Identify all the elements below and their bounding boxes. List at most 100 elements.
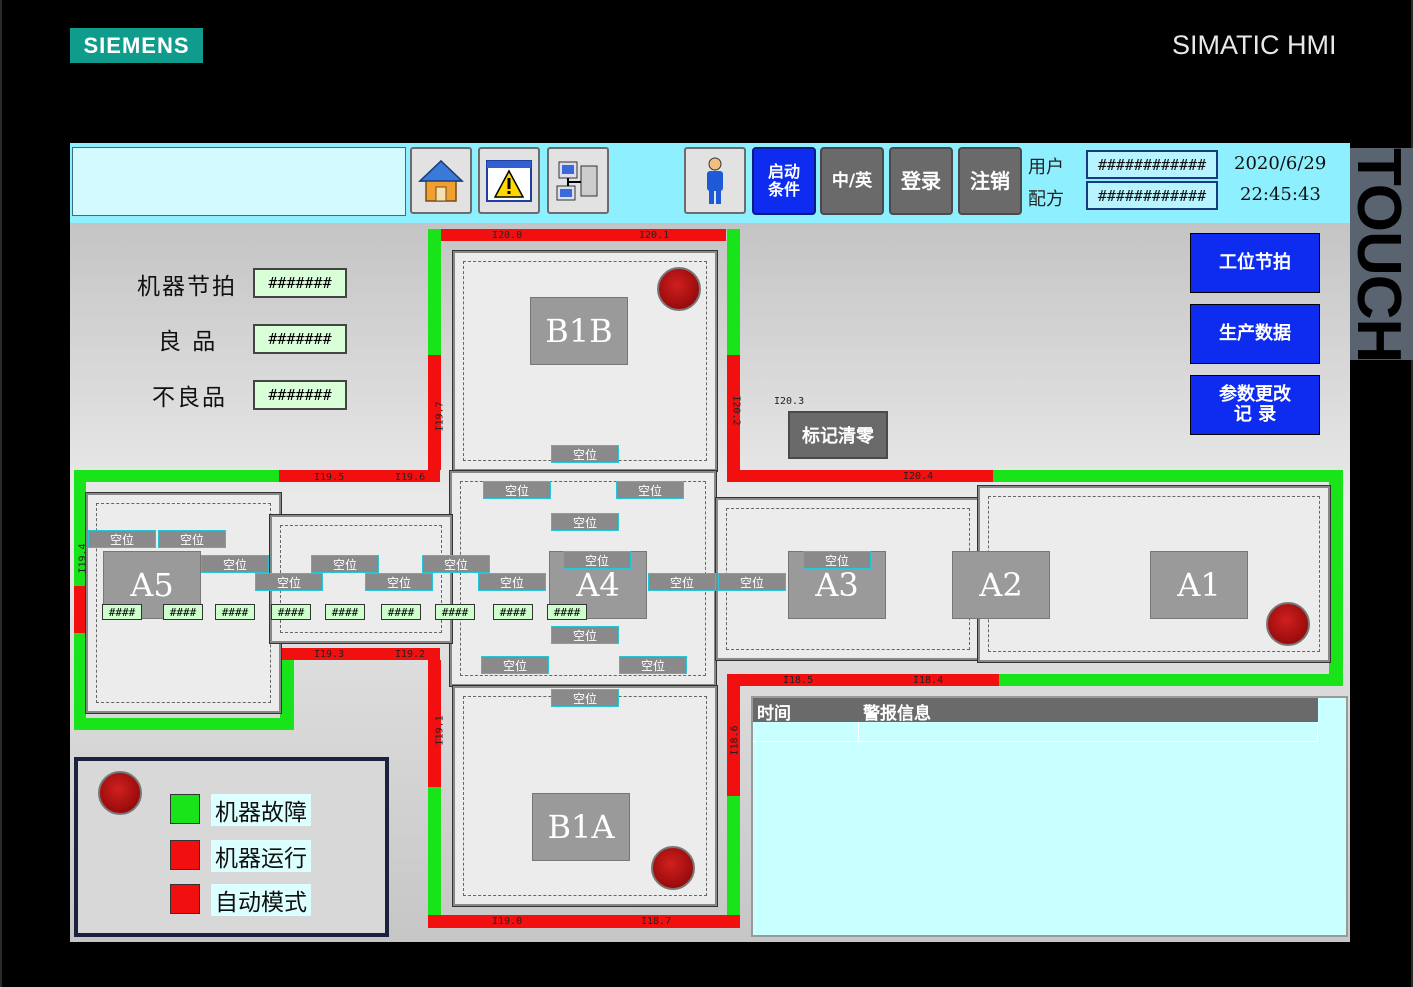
- sensor-bar-bottom: [428, 915, 740, 928]
- clear-marks-button[interactable]: 标记清零: [788, 411, 888, 459]
- good-label: 良 品: [158, 329, 218, 355]
- addr-i20-1: I20.1: [639, 230, 670, 241]
- sensor-bar-b1b-right-upper: [727, 229, 740, 355]
- date-display: 2020/6/29: [1234, 153, 1327, 174]
- counter-8: ####: [493, 604, 533, 620]
- legend-auto-label: 自动模式: [211, 884, 311, 916]
- emergency-stop-b1b[interactable]: [657, 267, 701, 311]
- login-button[interactable]: 登录: [889, 147, 953, 215]
- addr-i20-2: I20.2: [730, 395, 742, 426]
- sensor-bar-b1b-left-upper: [428, 229, 441, 355]
- slot-conv-1: 空位: [201, 555, 269, 573]
- counter-2: ####: [163, 604, 203, 620]
- alarm-list: 时间 警报信息: [751, 696, 1348, 937]
- time-display: 22:45:43: [1240, 184, 1321, 205]
- logout-button[interactable]: 注销: [958, 147, 1022, 215]
- slot-conv-5: 空位: [422, 555, 490, 573]
- sensor-bar-b1a-left-lower: [428, 787, 441, 915]
- sensor-bar-a3-top: [727, 470, 993, 482]
- hmi-screen: 启动 条件 中/英 登录 注销 用户 配方 ############ #####…: [70, 143, 1350, 942]
- alarm-row[interactable]: [753, 722, 1318, 742]
- counter-4: ####: [271, 604, 311, 620]
- slot-center-bottom: 空位: [551, 626, 619, 644]
- start-condition-button[interactable]: 启动 条件: [752, 147, 816, 215]
- addr-i19-5: I19.5: [314, 472, 345, 483]
- top-bar: 启动 条件 中/英 登录 注销 用户 配方 ############ #####…: [70, 143, 1350, 223]
- legend-swatch-running: [170, 840, 200, 870]
- slot-center-bl: 空位: [481, 656, 549, 674]
- alarm-col-time: 时间: [757, 704, 791, 724]
- addr-i20-4: I20.4: [903, 471, 934, 482]
- slot-center-tr: 空位: [616, 481, 684, 499]
- sensor-bar-b1a-right-lower: [727, 796, 740, 915]
- hmi-bezel: SIEMENS SIMATIC HMI TOUCH 启动 条件 中/英 登录 注…: [0, 0, 1413, 987]
- addr-i18-7: I18.7: [641, 916, 672, 927]
- slot-a4-left: 空位: [478, 573, 546, 591]
- sensor-bar-a1-bottom: [999, 674, 1343, 686]
- cycle-label: 机器节拍: [137, 274, 237, 300]
- addr-i19-0: I19.0: [492, 916, 523, 927]
- operator-button[interactable]: [684, 147, 746, 214]
- slot-a5-2: 空位: [158, 530, 226, 548]
- emergency-stop-a1[interactable]: [1266, 602, 1310, 646]
- alarm-col-message: 警报信息: [863, 704, 931, 724]
- siemens-logo: SIEMENS: [70, 28, 203, 63]
- legend-estop-icon: [98, 771, 142, 815]
- sensor-bar-a3-bottom: [727, 674, 999, 686]
- user-label: 用户: [1028, 157, 1064, 178]
- good-value: #######: [253, 324, 347, 354]
- addr-i19-1: I19.1: [434, 715, 446, 746]
- slot-a4-right-2: 空位: [718, 573, 786, 591]
- addr-i19-6: I19.6: [395, 472, 426, 483]
- counter-9: ####: [547, 604, 587, 620]
- counter-5: ####: [325, 604, 365, 620]
- slot-a5-1: 空位: [88, 530, 156, 548]
- param-log-button[interactable]: 参数更改 记 录: [1190, 375, 1320, 435]
- legend-swatch-fault: [170, 794, 200, 824]
- legend-fault-label: 机器故障: [211, 794, 311, 826]
- slot-a4-right-1: 空位: [648, 573, 716, 591]
- addr-i19-3: I19.3: [314, 649, 345, 660]
- sensor-bar-a5-bottom: [74, 718, 294, 730]
- sensor-bar-a1-top: [993, 470, 1343, 482]
- station-a1[interactable]: A1: [1150, 551, 1248, 619]
- slot-center-top: 空位: [551, 513, 619, 531]
- slot-b1b-exit: 空位: [551, 445, 619, 463]
- addr-i19-2: I19.2: [395, 649, 426, 660]
- slot-b1a-entry: 空位: [551, 689, 619, 707]
- sensor-bar-a5-left-red: [74, 586, 86, 633]
- bad-value: #######: [253, 380, 347, 410]
- production-data-button[interactable]: 生产数据: [1190, 304, 1320, 364]
- cycle-value: #######: [253, 268, 347, 298]
- station-cycle-button[interactable]: 工位节拍: [1190, 233, 1320, 293]
- counter-1: ####: [102, 604, 142, 620]
- network-button[interactable]: [547, 147, 609, 214]
- legend-running-label: 机器运行: [211, 840, 311, 872]
- addr-i18-6: I18.6: [729, 725, 741, 756]
- station-a2[interactable]: A2: [952, 551, 1050, 619]
- station-b1a[interactable]: B1A: [532, 793, 630, 861]
- recipe-label: 配方: [1028, 189, 1064, 210]
- sensor-bar-top: [428, 229, 726, 241]
- home-button[interactable]: [410, 147, 472, 214]
- slot-conv-2: 空位: [255, 573, 323, 591]
- alarm-header: 时间 警报信息: [753, 698, 1318, 724]
- counter-6: ####: [381, 604, 421, 620]
- alarm-button[interactable]: [478, 147, 540, 214]
- bad-label: 不良品: [152, 385, 227, 411]
- product-name: SIMATIC HMI: [1172, 30, 1337, 60]
- addr-i18-5: I18.5: [783, 675, 814, 686]
- touch-label: TOUCH: [1350, 148, 1413, 360]
- clear-addr: I20.3: [774, 396, 805, 407]
- operator-icon: [707, 157, 723, 204]
- language-toggle-button[interactable]: 中/英: [820, 147, 884, 215]
- warning-icon: [486, 159, 532, 202]
- counter-3: ####: [215, 604, 255, 620]
- emergency-stop-b1a[interactable]: [651, 846, 695, 890]
- station-b1b[interactable]: B1B: [530, 297, 628, 365]
- counter-7: ####: [435, 604, 475, 620]
- slot-center-br: 空位: [619, 656, 687, 674]
- home-icon: [418, 159, 464, 202]
- sensor-bar-a5-bottom-right: [280, 660, 294, 730]
- legend-panel: 机器故障 机器运行 自动模式: [74, 757, 389, 937]
